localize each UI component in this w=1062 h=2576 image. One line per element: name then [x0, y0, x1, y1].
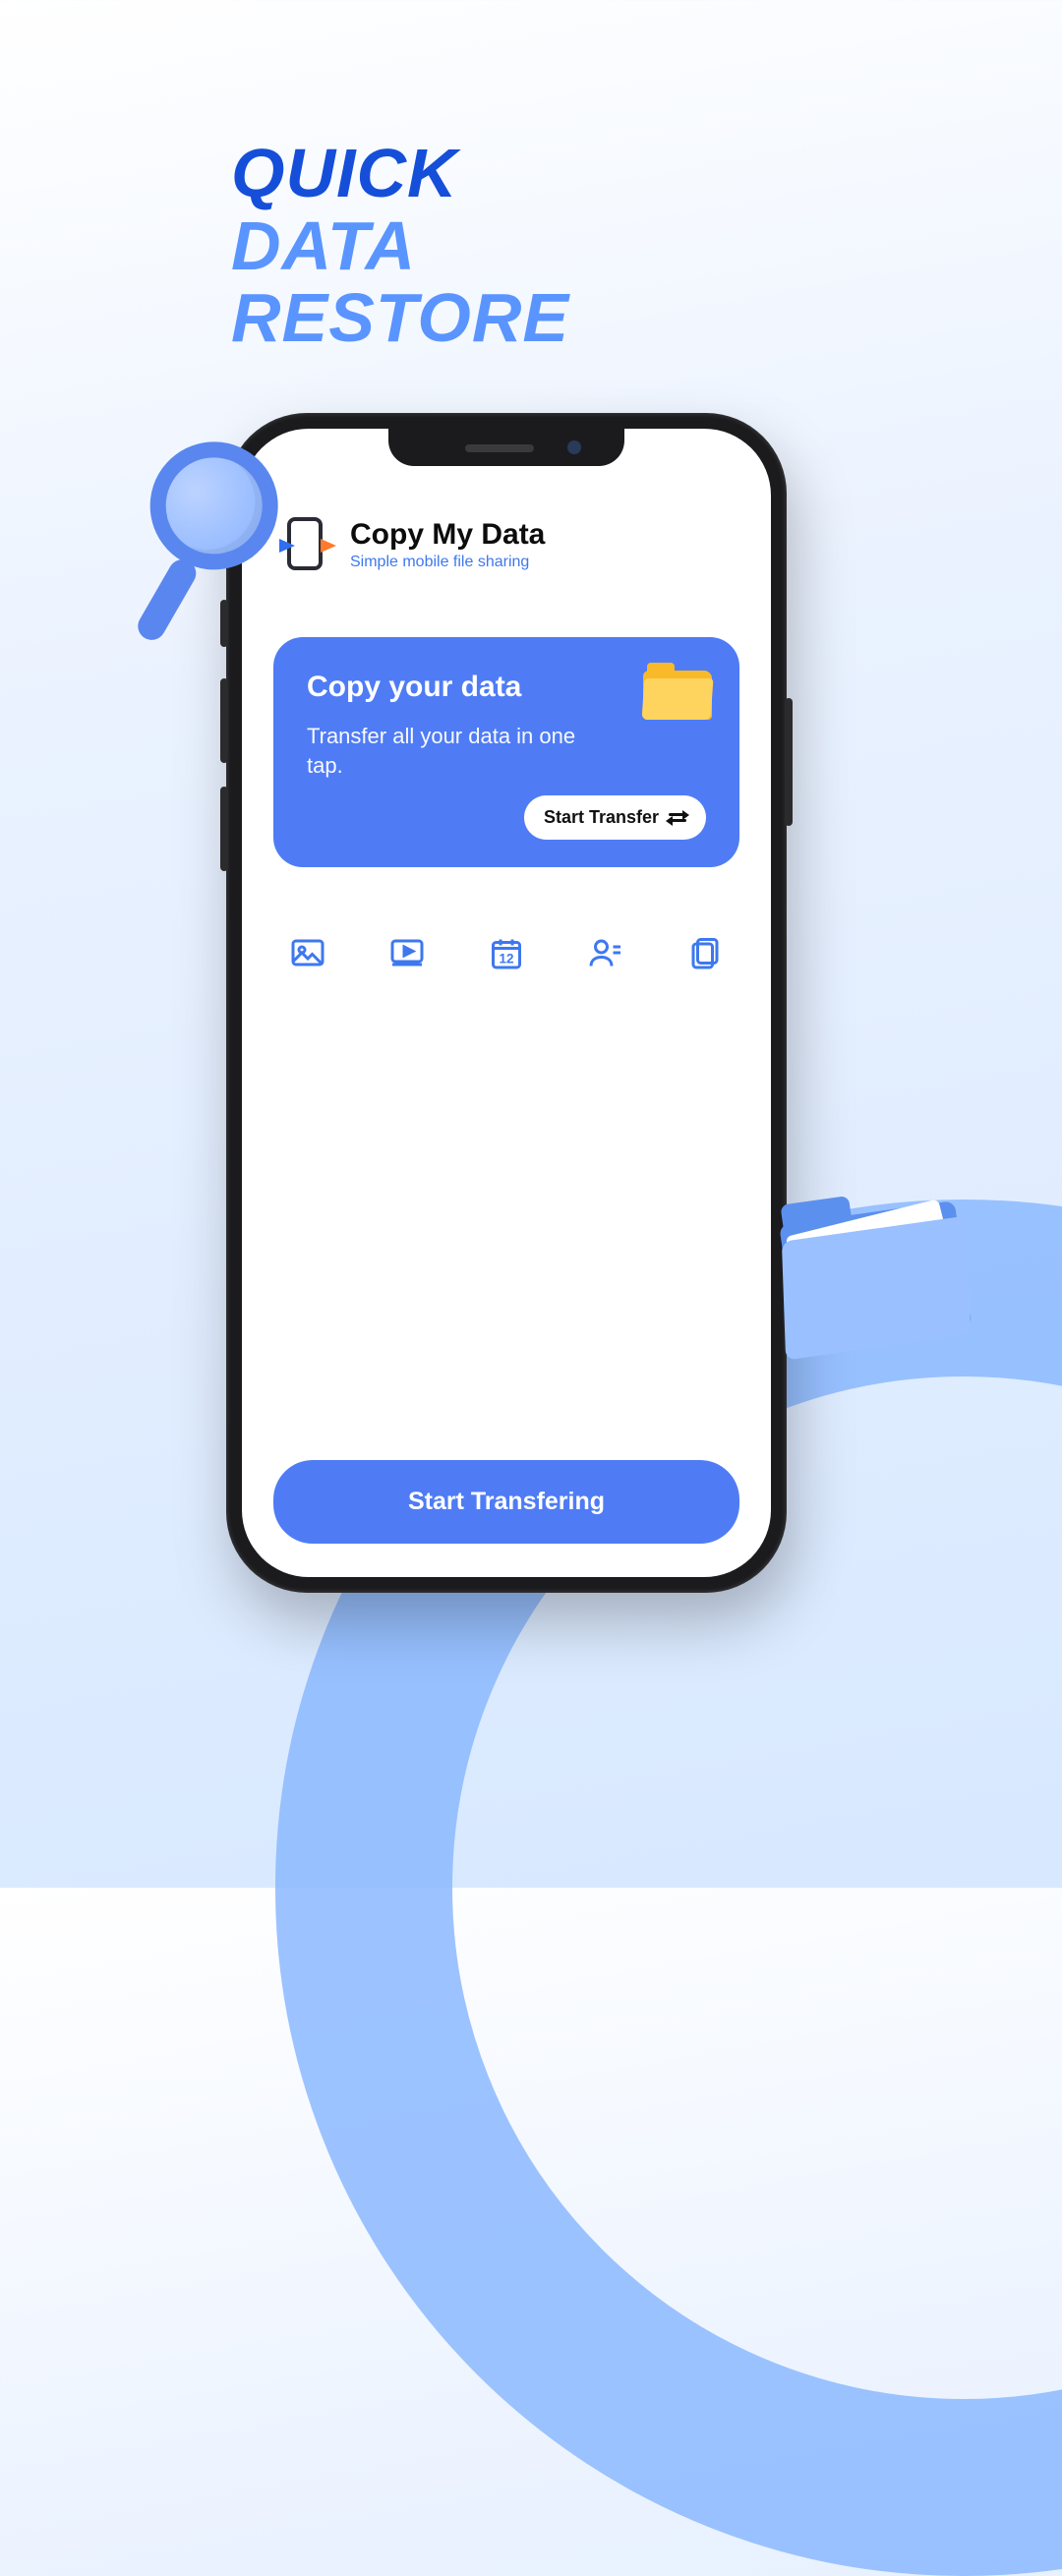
documents-icon: [687, 935, 723, 970]
folder-icon: [643, 665, 712, 720]
headline-line-2: DATA: [231, 210, 569, 283]
app-subtitle: Simple mobile file sharing: [350, 554, 545, 571]
folder-decoration-icon: [767, 1182, 983, 1365]
app-title: Copy My Data: [350, 518, 545, 552]
start-transfer-label: Start Transfer: [544, 807, 659, 828]
headline-line-1: QUICK: [231, 138, 569, 210]
videos-icon: [389, 935, 425, 970]
marketing-headline: QUICK DATA RESTORE: [231, 138, 569, 355]
start-transferring-button[interactable]: Start Transfering: [273, 1460, 739, 1544]
start-transferring-label: Start Transfering: [408, 1488, 605, 1515]
calendar-type-button[interactable]: 12: [484, 930, 529, 975]
phone-screen: Copy My Data Simple mobile file sharing …: [242, 429, 771, 1577]
start-transfer-button[interactable]: Start Transfer: [524, 795, 706, 840]
app-header: Copy My Data Simple mobile file sharing: [273, 517, 739, 572]
videos-type-button[interactable]: [384, 930, 430, 975]
card-description: Transfer all your data in one tap.: [307, 722, 602, 780]
copy-data-card: Copy your data Transfer all your data in…: [273, 637, 739, 867]
photos-icon: [290, 935, 325, 970]
swap-arrows-icon: [669, 813, 686, 822]
contacts-icon: [588, 935, 623, 970]
phone-mockup: Copy My Data Simple mobile file sharing …: [226, 413, 787, 1593]
data-type-row: 12: [273, 930, 739, 975]
svg-text:12: 12: [499, 952, 513, 966]
headline-line-3: RESTORE: [231, 282, 569, 355]
documents-type-button[interactable]: [682, 930, 728, 975]
contacts-type-button[interactable]: [583, 930, 628, 975]
photos-type-button[interactable]: [285, 930, 330, 975]
calendar-icon: 12: [489, 935, 524, 970]
phone-notch: [388, 429, 624, 466]
